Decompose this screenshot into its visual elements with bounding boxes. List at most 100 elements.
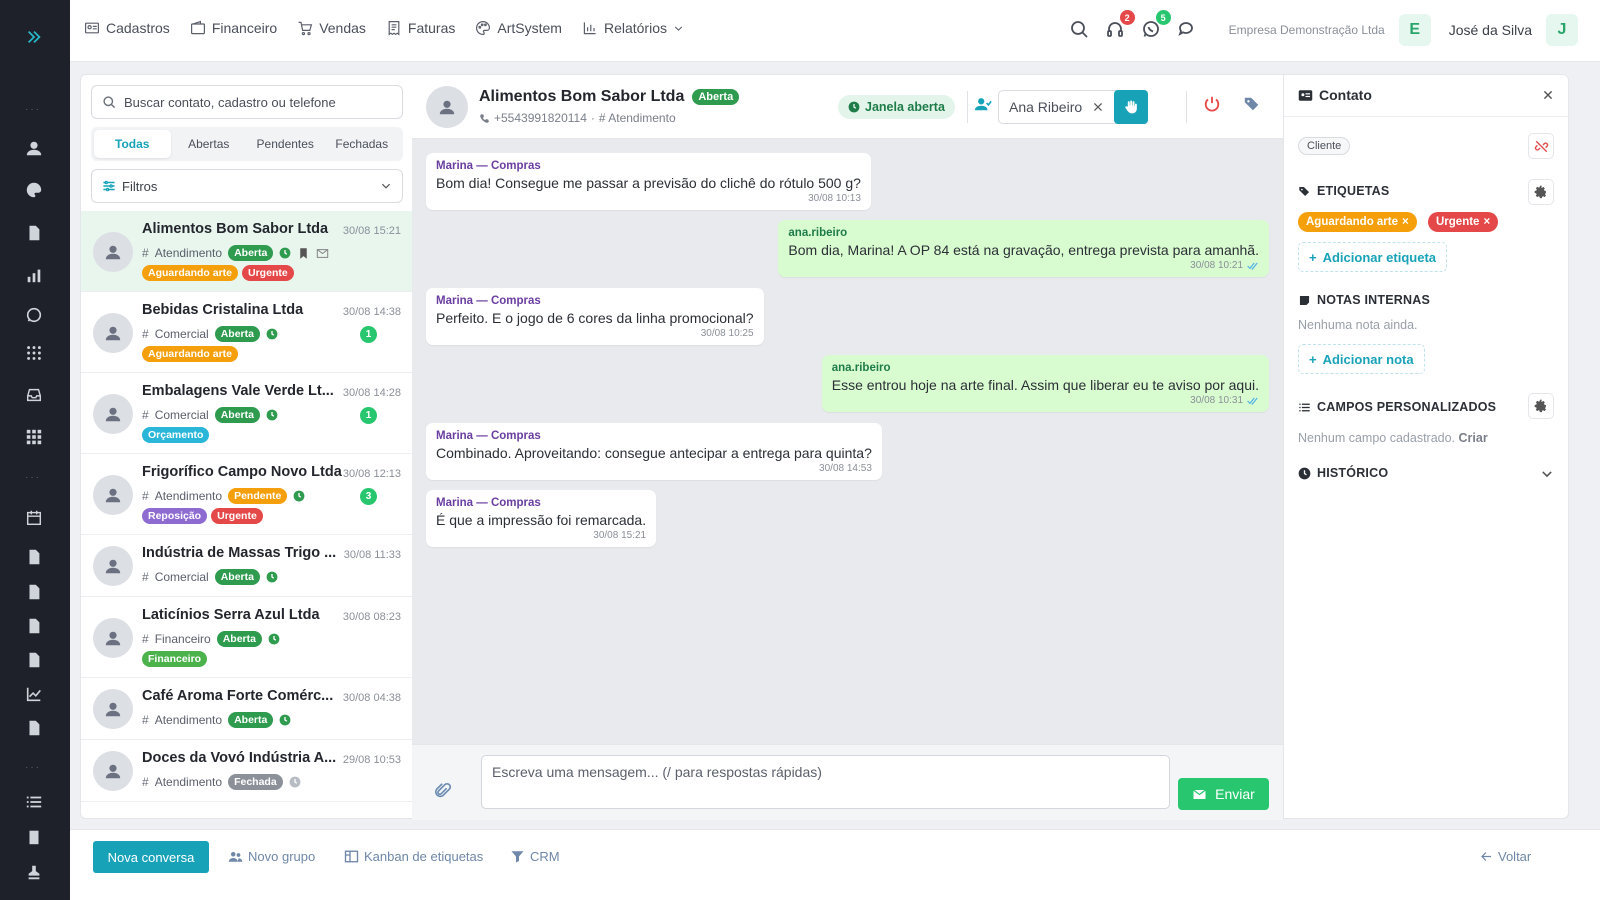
conversation-item[interactable]: Frigorífico Campo Novo Ltda 30/08 12:13 # A… [81, 454, 412, 535]
conversation-item[interactable]: Café Aroma Forte Comérc... 30/08 04:38 # At… [81, 678, 412, 740]
outgoing-message[interactable]: ana.ribeiro Bom dia, Marina! A OP 84 está… [778, 220, 1269, 277]
company-avatar[interactable]: E [1398, 14, 1431, 46]
nav-financeiro[interactable]: Financeiro [190, 20, 277, 36]
chevron-down-icon[interactable] [1540, 467, 1554, 481]
remove-tag-icon[interactable]: × [1402, 216, 1409, 228]
inbox-icon[interactable] [23, 384, 45, 406]
kanban-link[interactable]: Kanban de etiquetas [344, 849, 483, 864]
headset-icon[interactable]: 2 [1105, 10, 1135, 41]
bookmark-icon[interactable] [297, 247, 310, 260]
list-icon[interactable] [23, 791, 45, 813]
send-button[interactable]: Enviar [1178, 778, 1269, 810]
conversation-meta: # Financeiro Aberta [142, 631, 280, 647]
conversation-item[interactable]: Embalagens Vale Verde Lt... 30/08 14:28 # C… [81, 373, 412, 454]
chevron-down-icon [381, 183, 391, 189]
tag-badge: Aguardando arte [142, 346, 239, 362]
funnel-icon [511, 851, 524, 863]
search-icon [103, 96, 116, 109]
new-group-link[interactable]: Novo grupo [228, 849, 315, 864]
message-input[interactable]: Escreva uma mensagem... (/ para resposta… [481, 755, 1170, 809]
conversation-item[interactable]: Indústria de Massas Trigo ... 30/08 11:33… [81, 535, 412, 597]
tags-settings-button[interactable] [1528, 179, 1554, 205]
nav-relatorios[interactable]: Relatórios [582, 20, 684, 36]
close-icon[interactable] [1542, 89, 1554, 101]
notes-title: NOTAS INTERNAS [1317, 293, 1430, 307]
tab-pendentes[interactable]: Pendentes [247, 130, 324, 158]
unlink-button[interactable] [1528, 133, 1554, 159]
take-over-button[interactable] [1114, 90, 1148, 124]
search-input[interactable]: Buscar contato, cadastro ou telefone [91, 85, 403, 119]
close-icon[interactable] [1092, 101, 1104, 113]
send-label: Enviar [1215, 786, 1255, 802]
nav-cadastros[interactable]: Cadastros [84, 20, 170, 36]
conversation-queue: Atendimento [154, 775, 223, 789]
tab-fechadas[interactable]: Fechadas [324, 130, 401, 158]
custom-fields-settings-button[interactable] [1528, 393, 1554, 419]
user-avatar[interactable]: J [1546, 14, 1578, 46]
power-icon[interactable] [1203, 95, 1223, 115]
filters-dropdown[interactable]: Filtros [91, 169, 403, 203]
history-section-title[interactable]: HISTÓRICO [1298, 466, 1388, 480]
envelope-icon[interactable] [316, 247, 329, 260]
conversation-item[interactable]: Doces da Vovó Indústria A... 29/08 10:53 #… [81, 740, 412, 802]
expand-sidebar-icon[interactable] [23, 26, 45, 48]
whatsapp-icon[interactable] [23, 304, 45, 326]
file-text-icon[interactable] [23, 649, 45, 671]
file-text-icon[interactable] [23, 717, 45, 739]
conversation-item[interactable]: Laticínios Serra Azul Ltda 30/08 08:23 # Fi… [81, 597, 412, 678]
chat-area: Alimentos Bom Sabor Ltda Aberta +5543991… [412, 74, 1283, 820]
conversation-time: 30/08 15:21 [342, 225, 401, 237]
rail-separator: ··· [25, 104, 41, 115]
contact-panel: Contato Cliente ETIQUETAS Aguardando art… [1283, 74, 1569, 819]
conversation-name: Café Aroma Forte Comérc... [142, 688, 334, 704]
conversation-item[interactable]: Alimentos Bom Sabor Ltda 30/08 15:21 # Aten… [81, 211, 412, 292]
add-tag-button[interactable]: + Adicionar etiqueta [1298, 242, 1448, 272]
chart-icon[interactable] [23, 264, 45, 286]
incoming-message[interactable]: Marina — Compras É que a impressão foi re… [426, 490, 657, 547]
search-icon[interactable] [1069, 19, 1091, 41]
document-icon[interactable] [23, 222, 45, 244]
chat-bubbles-icon[interactable] [1177, 19, 1199, 41]
area-chart-icon[interactable] [23, 683, 45, 705]
grid-dots-icon[interactable] [23, 342, 45, 364]
nav-faturas[interactable]: Faturas [386, 20, 455, 36]
cart-icon [298, 21, 313, 36]
incoming-message[interactable]: Marina — Compras Bom dia! Consegue me pas… [426, 153, 871, 210]
conversation-name: Frigorífico Campo Novo Ltda [142, 464, 342, 480]
tag-urgente[interactable]: Urgente × [1428, 212, 1499, 232]
calendar-icon[interactable] [23, 507, 45, 529]
conversation-item[interactable]: Bebidas Cristalina Ltda 30/08 14:38 # Comer… [81, 292, 412, 373]
clipboard-icon[interactable] [23, 826, 45, 848]
tab-todas[interactable]: Todas [94, 130, 171, 158]
clock-icon [266, 409, 278, 421]
contacts-icon[interactable] [23, 137, 45, 159]
file-text-icon[interactable] [23, 546, 45, 568]
nav-artsystem[interactable]: ArtSystem [475, 20, 562, 36]
apps-grid-icon[interactable] [23, 426, 45, 448]
unread-count-badge: 3 [360, 488, 377, 505]
conversation-queue: Atendimento [154, 246, 223, 260]
assign-user-icon[interactable] [974, 95, 994, 115]
file-text-icon[interactable] [23, 581, 45, 603]
tag-aguardando-arte[interactable]: Aguardando arte × [1298, 212, 1417, 232]
crm-link[interactable]: CRM [510, 849, 560, 864]
outgoing-message[interactable]: ana.ribeiro Esse entrou hoje na arte fina… [821, 355, 1269, 412]
whatsapp-icon[interactable]: 5 [1141, 10, 1171, 41]
back-link[interactable]: Voltar [1480, 849, 1531, 864]
file-text-icon[interactable] [23, 615, 45, 637]
incoming-message[interactable]: Marina — Compras Combinado. Aproveitando:… [426, 423, 882, 480]
user-name[interactable]: José da Silva [1449, 22, 1532, 38]
add-note-button[interactable]: + Adicionar nota [1298, 344, 1425, 374]
stamp-icon[interactable] [23, 861, 45, 883]
palette-icon[interactable] [23, 179, 45, 201]
create-field-link[interactable]: Criar [1459, 431, 1488, 445]
tab-abertas[interactable]: Abertas [171, 130, 248, 158]
contact-avatar[interactable] [426, 86, 468, 128]
nav-vendas[interactable]: Vendas [297, 20, 366, 36]
paperclip-icon[interactable] [434, 782, 452, 800]
new-conversation-button[interactable]: Nova conversa [93, 841, 209, 873]
company-name[interactable]: Empresa Demonstração Ltda [1229, 23, 1385, 37]
tags-icon[interactable] [1243, 95, 1263, 115]
incoming-message[interactable]: Marina — Compras Perfeito. E o jogo de 6 … [426, 288, 764, 345]
remove-tag-icon[interactable]: × [1483, 216, 1490, 228]
